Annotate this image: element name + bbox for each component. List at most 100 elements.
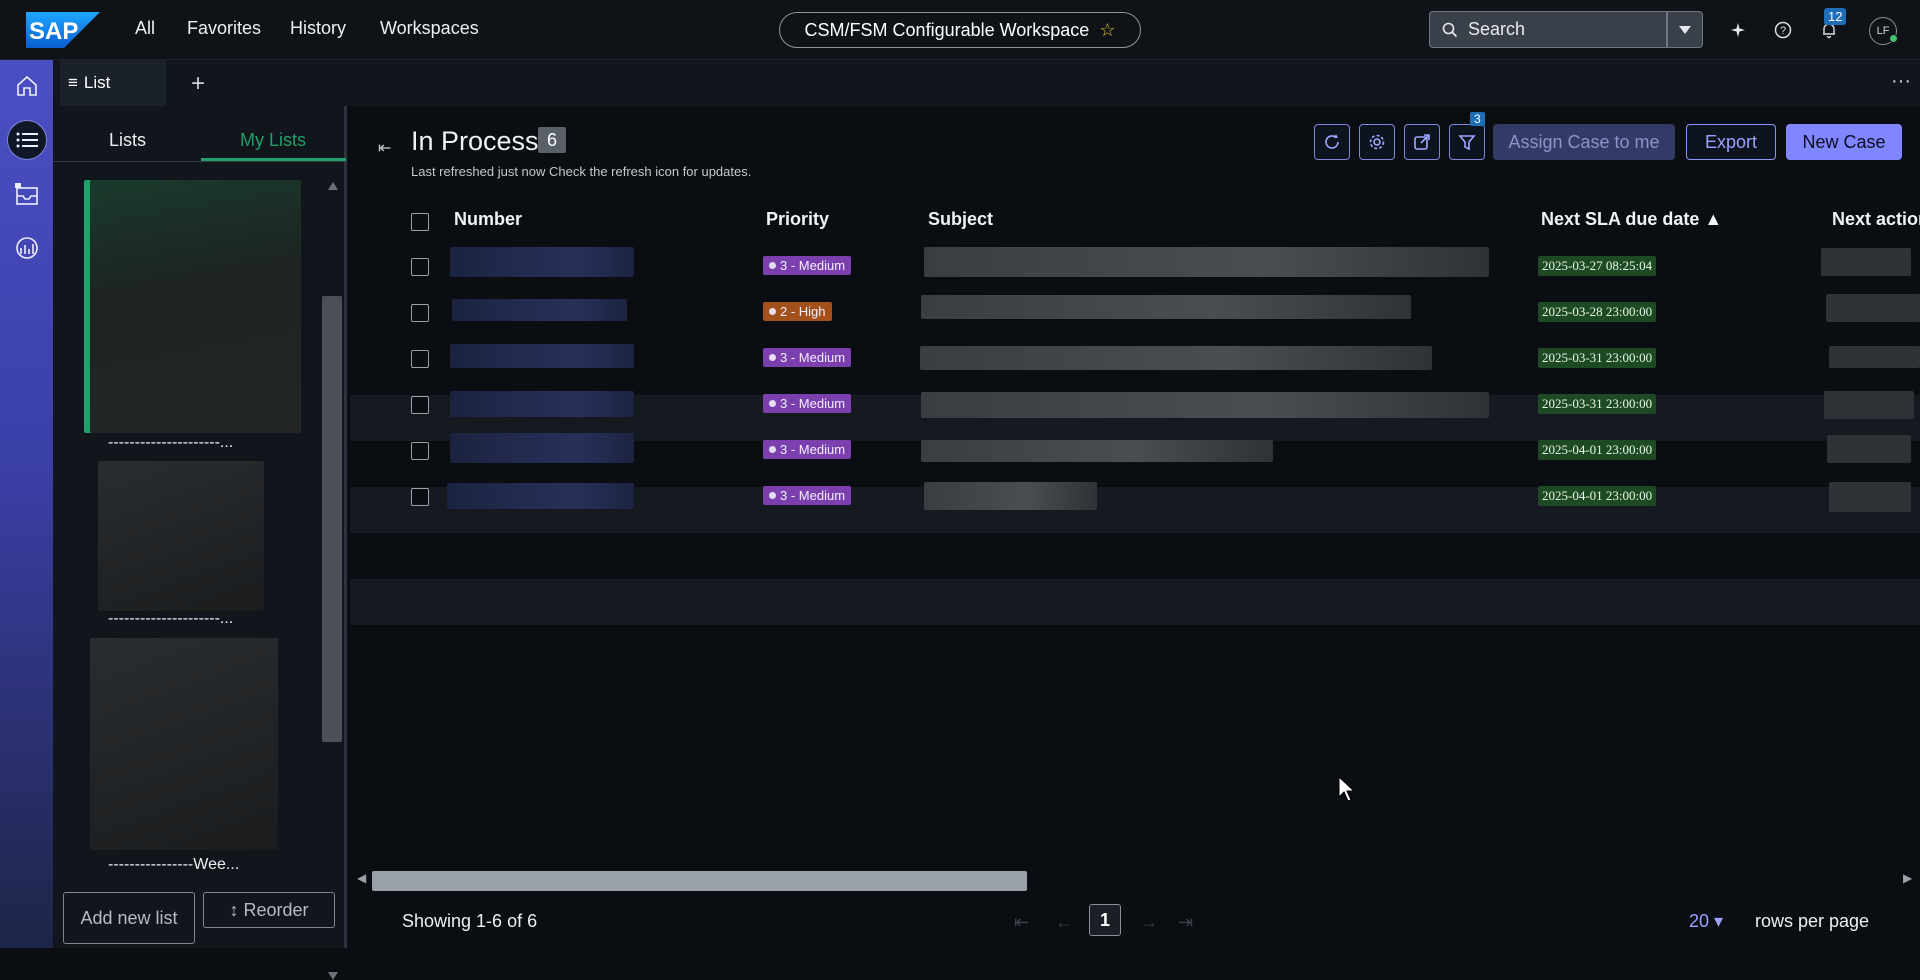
add-tab-button[interactable]: +: [191, 70, 205, 98]
search-scope-dropdown[interactable]: [1667, 11, 1703, 48]
column-header-number[interactable]: Number: [454, 209, 522, 230]
subject-redacted[interactable]: [924, 482, 1097, 510]
more-options-icon[interactable]: ···: [1891, 70, 1911, 93]
sla-due-badge: 2025-03-31 23:00:00: [1538, 348, 1657, 368]
subject-redacted[interactable]: [921, 392, 1489, 418]
rows-per-page-value: 20: [1689, 911, 1710, 931]
previous-page-icon[interactable]: ←: [1055, 912, 1073, 933]
main-list-area: ⇤ In Process 6 Last refreshed just now C…: [350, 106, 1920, 948]
analytics-icon[interactable]: [7, 228, 47, 268]
priority-label: 3 - Medium: [780, 350, 846, 365]
tab-label: List: [83, 73, 111, 92]
scroll-right-arrow[interactable]: ▶: [1903, 871, 1912, 885]
priority-label: 3 - Medium: [780, 396, 846, 411]
nav-workspaces[interactable]: Workspaces: [380, 18, 479, 39]
rows-per-page-label: rows per page: [1755, 911, 1870, 931]
priority-badge: 3 - Medium: [763, 440, 852, 459]
row-checkbox[interactable]: [411, 258, 429, 276]
first-page-icon[interactable]: ⇤: [1014, 912, 1029, 933]
search-input[interactable]: Search: [1429, 11, 1667, 48]
export-button[interactable]: Export: [1686, 124, 1776, 160]
inbox-icon[interactable]: [7, 174, 47, 214]
next-action-redacted: [1829, 346, 1920, 368]
priority-label: 2 - High: [780, 304, 826, 319]
subject-redacted[interactable]: [920, 346, 1432, 370]
nav-history[interactable]: History: [290, 18, 346, 39]
column-header-next-sla[interactable]: Next SLA due date ▲: [1541, 209, 1722, 230]
next-page-icon[interactable]: →: [1140, 912, 1158, 933]
rows-per-page-select[interactable]: 20 ▾: [1689, 911, 1723, 932]
menu-lines-icon: ≡: [68, 73, 78, 92]
next-action-redacted: [1821, 248, 1911, 276]
column-header-next-action[interactable]: Next action: [1832, 209, 1920, 230]
gear-icon: [1369, 134, 1385, 150]
sla-due-badge: 2025-03-31 23:00:00: [1538, 394, 1657, 414]
collapse-panel-icon[interactable]: ⇤: [378, 138, 391, 158]
list-card-label[interactable]: ----------------Wee...: [108, 856, 239, 874]
filter-button[interactable]: [1449, 124, 1485, 160]
filter-count-badge: 3: [1470, 112, 1485, 126]
row-checkbox[interactable]: [411, 396, 429, 414]
share-button[interactable]: [1404, 124, 1440, 160]
new-case-button[interactable]: New Case: [1786, 124, 1902, 160]
subject-redacted[interactable]: [921, 440, 1273, 462]
case-number-redacted[interactable]: [450, 247, 634, 277]
case-number-redacted[interactable]: [450, 433, 634, 463]
tab-my-lists[interactable]: My Lists: [240, 130, 306, 151]
list-card-label[interactable]: ---------------------...: [108, 434, 233, 452]
scroll-left-arrow[interactable]: ◀: [357, 871, 366, 885]
refresh-button[interactable]: [1314, 124, 1350, 160]
list-card[interactable]: [98, 461, 264, 611]
home-icon[interactable]: [7, 66, 47, 106]
case-number-redacted[interactable]: [450, 344, 634, 368]
table-row[interactable]: [350, 579, 1920, 625]
case-number-redacted[interactable]: [452, 299, 627, 321]
last-page-icon[interactable]: ⇥: [1178, 912, 1193, 933]
add-new-list-button[interactable]: Add new list: [63, 892, 195, 944]
nav-favorites[interactable]: Favorites: [187, 18, 261, 39]
search-placeholder: Search: [1468, 19, 1526, 39]
priority-label: 3 - Medium: [780, 258, 846, 273]
sap-logo[interactable]: SAP: [26, 12, 100, 48]
share-icon: [1414, 134, 1430, 150]
tab-lists[interactable]: Lists: [109, 130, 146, 151]
subject-redacted[interactable]: [921, 295, 1411, 319]
list-card-label[interactable]: ---------------------...: [108, 610, 233, 628]
subject-redacted[interactable]: [924, 247, 1489, 277]
case-number-redacted[interactable]: [450, 391, 634, 417]
settings-button[interactable]: [1359, 124, 1395, 160]
priority-badge: 2 - High: [763, 302, 832, 321]
horizontal-scrollbar-thumb[interactable]: [372, 871, 1027, 891]
case-number-redacted[interactable]: [447, 483, 634, 509]
next-action-redacted: [1827, 435, 1911, 463]
top-bar: SAP All Favorites History Workspaces CSM…: [0, 0, 1920, 60]
reorder-button[interactable]: ↕ Reorder: [203, 892, 335, 928]
sla-due-badge: 2025-04-01 23:00:00: [1538, 440, 1657, 460]
row-checkbox[interactable]: [411, 488, 429, 506]
list-card-selected[interactable]: [90, 180, 301, 433]
refresh-note: Last refreshed just now Check the refres…: [411, 164, 752, 179]
workspace-title: CSM/FSM Configurable Workspace: [804, 19, 1090, 40]
list-card[interactable]: [90, 638, 278, 850]
column-header-priority[interactable]: Priority: [766, 209, 829, 230]
help-icon[interactable]: ?: [1772, 19, 1794, 41]
assign-case-button[interactable]: Assign Case to me: [1493, 124, 1675, 160]
mouse-cursor-icon: [1338, 776, 1356, 802]
current-page-button[interactable]: 1: [1089, 904, 1121, 936]
column-header-subject[interactable]: Subject: [928, 209, 993, 230]
row-checkbox[interactable]: [411, 350, 429, 368]
chevron-down-icon: [1679, 25, 1691, 34]
row-checkbox[interactable]: [411, 304, 429, 322]
tab-list[interactable]: ≡ List: [60, 60, 166, 106]
list-icon[interactable]: [7, 120, 47, 160]
star-icon[interactable]: ☆: [1099, 20, 1115, 41]
scrollbar-thumb[interactable]: [322, 296, 342, 742]
svg-text:?: ?: [1780, 25, 1786, 37]
row-checkbox[interactable]: [411, 442, 429, 460]
nav-all[interactable]: All: [135, 18, 155, 39]
workspace-selector[interactable]: CSM/FSM Configurable Workspace ☆: [779, 12, 1141, 48]
select-all-checkbox[interactable]: [411, 213, 429, 231]
table-row[interactable]: [350, 533, 1920, 579]
joule-sparkle-icon[interactable]: [1727, 19, 1749, 41]
side-navigation-rail: [0, 60, 53, 948]
